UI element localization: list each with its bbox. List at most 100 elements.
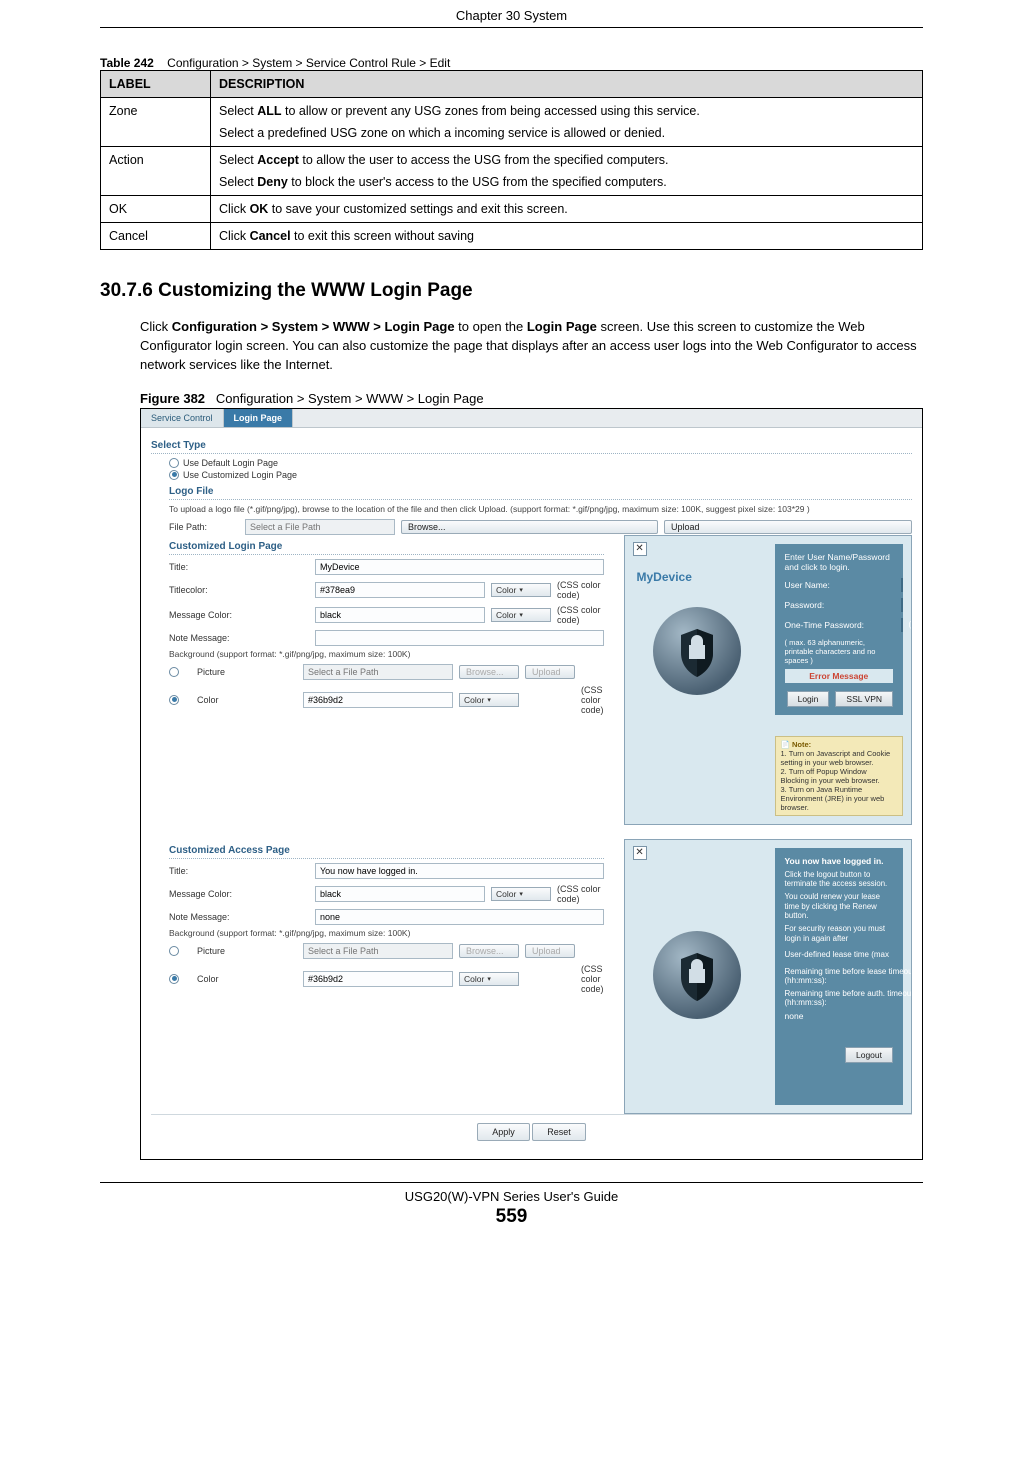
cell-desc: Click Cancel to exit this screen without… xyxy=(211,223,923,250)
remain-auth-label: Remaining time before auth. timeout (hh:… xyxy=(785,989,912,1007)
cell-desc: Click OK to save your customized setting… xyxy=(211,196,923,223)
access-line: For security reason you must login in ag… xyxy=(785,924,893,943)
radio-icon xyxy=(169,458,179,468)
note-label: Note Message: xyxy=(169,633,309,643)
note-line: 3. Turn on Java Runtime Environment (JRE… xyxy=(781,785,885,812)
css-hint: (CSS color code) xyxy=(557,884,604,904)
preview-device-title: MyDevice xyxy=(637,570,692,584)
text: Select xyxy=(219,104,257,118)
text-bold: Accept xyxy=(257,153,299,167)
text: Select xyxy=(219,175,257,189)
title-label: Title: xyxy=(169,562,309,572)
bottom-button-bar: Apply Reset xyxy=(151,1114,912,1149)
tab-service-control[interactable]: Service Control xyxy=(141,409,224,427)
access-color-label: Color xyxy=(197,974,297,984)
access-browse-button[interactable]: Browse... xyxy=(459,944,519,958)
access-upload-button[interactable]: Upload xyxy=(525,944,575,958)
table-row: Cancel Click Cancel to exit this screen … xyxy=(101,223,923,250)
text: to open the xyxy=(455,319,527,334)
remain-lease-label: Remaining time before lease timeout (hh:… xyxy=(785,967,912,985)
chevron-down-icon: ▾ xyxy=(519,611,523,619)
text-bold: Deny xyxy=(257,175,288,189)
picture-upload-button[interactable]: Upload xyxy=(525,665,575,679)
bg-caption: Background (support format: *.gif/png/jp… xyxy=(169,649,604,659)
radio-label: Use Customized Login Page xyxy=(183,470,297,480)
access-title-label: Title: xyxy=(169,866,309,876)
bg-color-picker[interactable]: Color▾ xyxy=(459,693,519,707)
figure-number: Figure 382 xyxy=(140,391,205,406)
titlecolor-input[interactable] xyxy=(315,582,485,598)
radio-color[interactable] xyxy=(169,695,179,705)
access-picture-input[interactable] xyxy=(303,943,453,959)
figure-caption: Figure 382 Configuration > System > WWW … xyxy=(140,391,923,406)
section-custom-access: Customized Access Page xyxy=(169,845,604,859)
logged-in-title: You now have logged in. xyxy=(785,856,893,866)
chevron-down-icon: ▾ xyxy=(519,890,523,898)
shield-icon xyxy=(637,920,757,1030)
figure-screenshot: Service Control Login Page Select Type U… xyxy=(140,408,923,1160)
picture-browse-button[interactable]: Browse... xyxy=(459,665,519,679)
note-line: 2. Turn off Popup Window Blocking in you… xyxy=(781,767,880,785)
access-bg-color-input[interactable] xyxy=(303,971,453,987)
login-prompt: Enter User Name/Password and click to lo… xyxy=(785,552,893,572)
note-input[interactable] xyxy=(315,630,604,646)
text: Color xyxy=(496,610,516,620)
access-line: Click the logout button to terminate the… xyxy=(785,870,893,889)
reset-button[interactable]: Reset xyxy=(532,1123,586,1141)
otp-input[interactable] xyxy=(901,618,903,632)
close-icon[interactable]: ✕ xyxy=(633,542,647,556)
access-bg-caption: Background (support format: *.gif/png/jp… xyxy=(169,928,604,938)
msgcolor-input[interactable] xyxy=(315,607,485,623)
text: Select a predefined USG zone on which a … xyxy=(219,126,914,140)
table-title: Configuration > System > Service Control… xyxy=(167,56,450,70)
radio-picture[interactable] xyxy=(169,667,179,677)
radio-use-custom[interactable]: Use Customized Login Page xyxy=(169,470,912,480)
titlecolor-label: Titlecolor: xyxy=(169,585,309,595)
radio-use-default[interactable]: Use Default Login Page xyxy=(169,458,912,468)
css-hint: (CSS color code) xyxy=(581,685,604,715)
tab-bar: Service Control Login Page xyxy=(141,409,922,428)
access-msgcolor-picker[interactable]: Color▾ xyxy=(491,887,551,901)
login-form-panel: Enter User Name/Password and click to lo… xyxy=(775,544,903,715)
table-row: Zone Select ALL to allow or prevent any … xyxy=(101,98,923,147)
note-strip: 📄 Note: 1. Turn on Javascript and Cookie… xyxy=(775,736,903,816)
text-bold: Login Page xyxy=(527,319,597,334)
sslvpn-button[interactable]: SSL VPN xyxy=(835,691,893,707)
bg-color-input[interactable] xyxy=(303,692,453,708)
access-title-input[interactable] xyxy=(315,863,604,879)
text-bold: ALL xyxy=(257,104,281,118)
picture-path-input[interactable] xyxy=(303,664,453,680)
upload-button[interactable]: Upload xyxy=(664,520,912,534)
chevron-down-icon: ▾ xyxy=(519,586,523,594)
tab-login-page[interactable]: Login Page xyxy=(224,409,294,427)
apply-button[interactable]: Apply xyxy=(477,1123,530,1141)
password-input[interactable] xyxy=(901,598,903,612)
username-input[interactable] xyxy=(901,578,903,592)
limit-note: ( max. 63 alphanumeric, printable charac… xyxy=(785,638,893,665)
access-note-input[interactable] xyxy=(315,909,604,925)
th-label: LABEL xyxy=(101,71,211,98)
password-label: Password: xyxy=(785,600,895,610)
error-message: Error Message xyxy=(785,669,893,683)
access-bg-color-picker[interactable]: Color▾ xyxy=(459,972,519,986)
logout-button[interactable]: Logout xyxy=(845,1047,893,1063)
optional-text: (Optional) xyxy=(909,620,912,629)
text: Color xyxy=(464,974,484,984)
file-path-input[interactable] xyxy=(245,519,395,535)
title-input[interactable] xyxy=(315,559,604,575)
msgcolor-picker[interactable]: Color▾ xyxy=(491,608,551,622)
browse-button[interactable]: Browse... xyxy=(401,520,658,534)
access-line: You could renew your lease time by click… xyxy=(785,892,893,920)
close-icon[interactable]: ✕ xyxy=(633,846,647,860)
login-button[interactable]: Login xyxy=(787,691,830,707)
radio-access-picture[interactable] xyxy=(169,946,179,956)
table-caption: Table 242 Configuration > System > Servi… xyxy=(100,56,923,70)
text: Click xyxy=(219,202,250,216)
titlecolor-picker[interactable]: Color▾ xyxy=(491,583,551,597)
access-body: You now have logged in. Click the logout… xyxy=(775,848,903,1105)
radio-access-color[interactable] xyxy=(169,974,179,984)
cell-desc: Select Accept to allow the user to acces… xyxy=(211,147,923,196)
text-bold: Configuration > System > WWW > Login Pag… xyxy=(172,319,455,334)
access-msgcolor-input[interactable] xyxy=(315,886,485,902)
color-label: Color xyxy=(197,695,297,705)
